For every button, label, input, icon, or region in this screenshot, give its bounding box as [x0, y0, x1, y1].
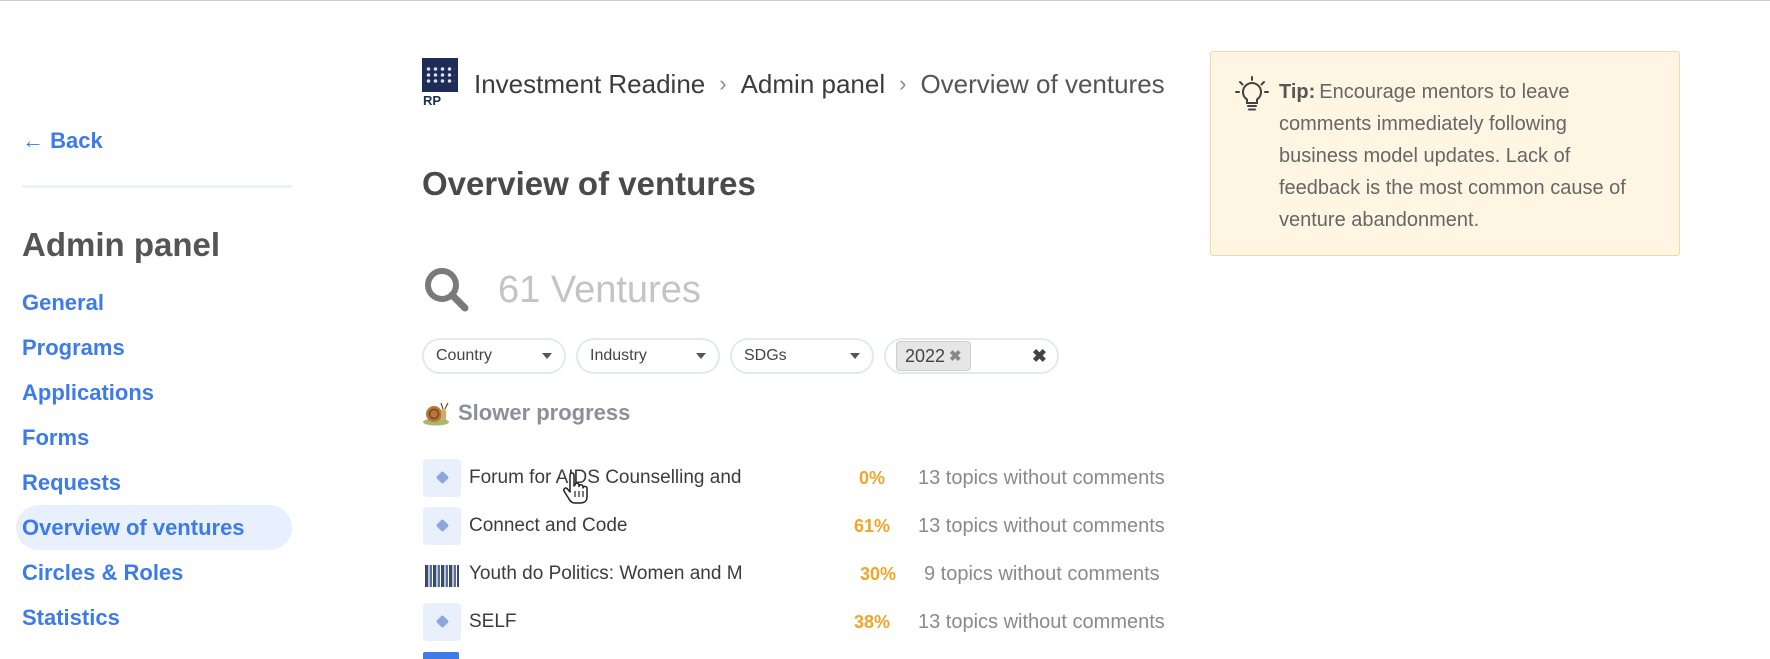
caret-down-icon	[850, 353, 860, 359]
section-title: Slower progress	[458, 400, 631, 425]
chevron-right-icon: ›	[899, 71, 907, 96]
venture-progress: 38%	[854, 612, 891, 632]
venture-name[interactable]: Youth do Politics: Women and M	[469, 563, 743, 585]
hand-cursor-icon	[563, 472, 588, 504]
sidebar-heading: Admin panel	[22, 226, 221, 263]
venture-photo	[425, 565, 459, 587]
venture-name[interactable]: Connect and Code	[469, 515, 627, 537]
industry-filter-label: Industry	[590, 347, 647, 364]
venture-progress: 30%	[860, 564, 897, 584]
filter-bar: Country Industry SDGs 2022 ✖ ✖	[422, 338, 1059, 374]
venture-row[interactable]: Forum for AIDS Counselling and 0% 13 top…	[422, 455, 1202, 503]
venture-thumbnail	[423, 459, 461, 497]
tip-text: Encourage mentors to leave comments imme…	[1279, 81, 1626, 231]
caret-down-icon	[542, 353, 552, 359]
sidebar-item-forms[interactable]: Forms	[22, 415, 292, 460]
venture-comments: 9 topics without comments	[924, 563, 1160, 585]
year-tag: 2022 ✖	[896, 341, 971, 371]
venture-thumbnail	[423, 555, 461, 593]
sidebar-item-programs[interactable]: Programs	[22, 325, 292, 370]
sidebar-item-statistics[interactable]: Statistics	[22, 595, 292, 640]
section-header: Slower progress	[422, 400, 630, 426]
tip-text-block: Tip: Encourage mentors to leave comments …	[1279, 76, 1651, 236]
back-link[interactable]: ← Back	[22, 128, 103, 154]
venture-comments: 13 topics without comments	[918, 515, 1165, 537]
venture-comments: 13 topics without comments	[918, 611, 1165, 633]
breadcrumb-admin-panel[interactable]: Admin panel	[741, 69, 886, 100]
venture-name[interactable]: SELF	[469, 611, 517, 633]
clear-filter-icon[interactable]: ✖	[1032, 346, 1047, 367]
country-filter[interactable]: Country	[422, 338, 566, 374]
venture-thumbnail-partial	[423, 652, 459, 659]
sidebar-divider	[22, 185, 292, 188]
sdgs-filter[interactable]: SDGs	[730, 338, 874, 374]
program-logo-text: RP	[422, 92, 458, 110]
sidebar-item-general[interactable]: General	[22, 280, 292, 325]
page-title: Overview of ventures	[422, 165, 756, 202]
breadcrumb: RP Investment Readine › Admin panel › Ov…	[422, 58, 1165, 110]
tip-box: Tip: Encourage mentors to leave comments …	[1210, 51, 1680, 256]
lightbulb-icon	[1235, 76, 1269, 111]
tip-label: Tip:	[1279, 81, 1316, 103]
venture-name[interactable]: Forum for AIDS Counselling and	[469, 467, 741, 489]
sidebar-item-applications[interactable]: Applications	[22, 370, 292, 415]
year-filter[interactable]: 2022 ✖ ✖	[884, 338, 1059, 374]
sidebar-nav: General Programs Applications Forms Requ…	[16, 280, 292, 640]
program-logo-pattern	[425, 66, 455, 84]
caret-down-icon	[696, 353, 706, 359]
cube-icon	[435, 518, 450, 533]
venture-progress: 61%	[854, 516, 891, 536]
search-icon[interactable]	[423, 266, 469, 312]
industry-filter[interactable]: Industry	[576, 338, 720, 374]
venture-comments: 13 topics without comments	[918, 467, 1165, 489]
venture-row[interactable]: Connect and Code 61% 13 topics without c…	[422, 503, 1202, 551]
venture-list: Forum for AIDS Counselling and 0% 13 top…	[422, 455, 1202, 647]
cube-icon	[435, 470, 450, 485]
sdgs-filter-label: SDGs	[744, 347, 787, 364]
sidebar-item-overview-of-ventures[interactable]: Overview of ventures	[16, 505, 292, 550]
search-input[interactable]	[498, 266, 1098, 314]
venture-row[interactable]: SELF 38% 13 topics without comments	[422, 599, 1202, 647]
breadcrumb-current: Overview of ventures	[920, 68, 1165, 99]
venture-row[interactable]: Youth do Politics: Women and M 30% 9 top…	[422, 551, 1202, 599]
venture-thumbnail	[423, 603, 461, 641]
chevron-right-icon: ›	[719, 71, 727, 96]
venture-progress: 0%	[859, 468, 886, 488]
breadcrumb-program[interactable]: Investment Readine	[474, 69, 705, 100]
country-filter-label: Country	[436, 347, 493, 364]
snail-icon	[423, 402, 449, 426]
sidebar-item-circles-roles[interactable]: Circles & Roles	[22, 550, 292, 595]
sidebar-item-requests[interactable]: Requests	[22, 460, 292, 505]
venture-thumbnail	[423, 507, 461, 545]
year-tag-label: 2022	[905, 345, 946, 366]
top-divider	[0, 0, 1770, 1]
cube-icon	[435, 614, 450, 629]
remove-tag-icon[interactable]: ✖	[949, 347, 962, 365]
program-logo[interactable]: RP	[422, 58, 458, 110]
